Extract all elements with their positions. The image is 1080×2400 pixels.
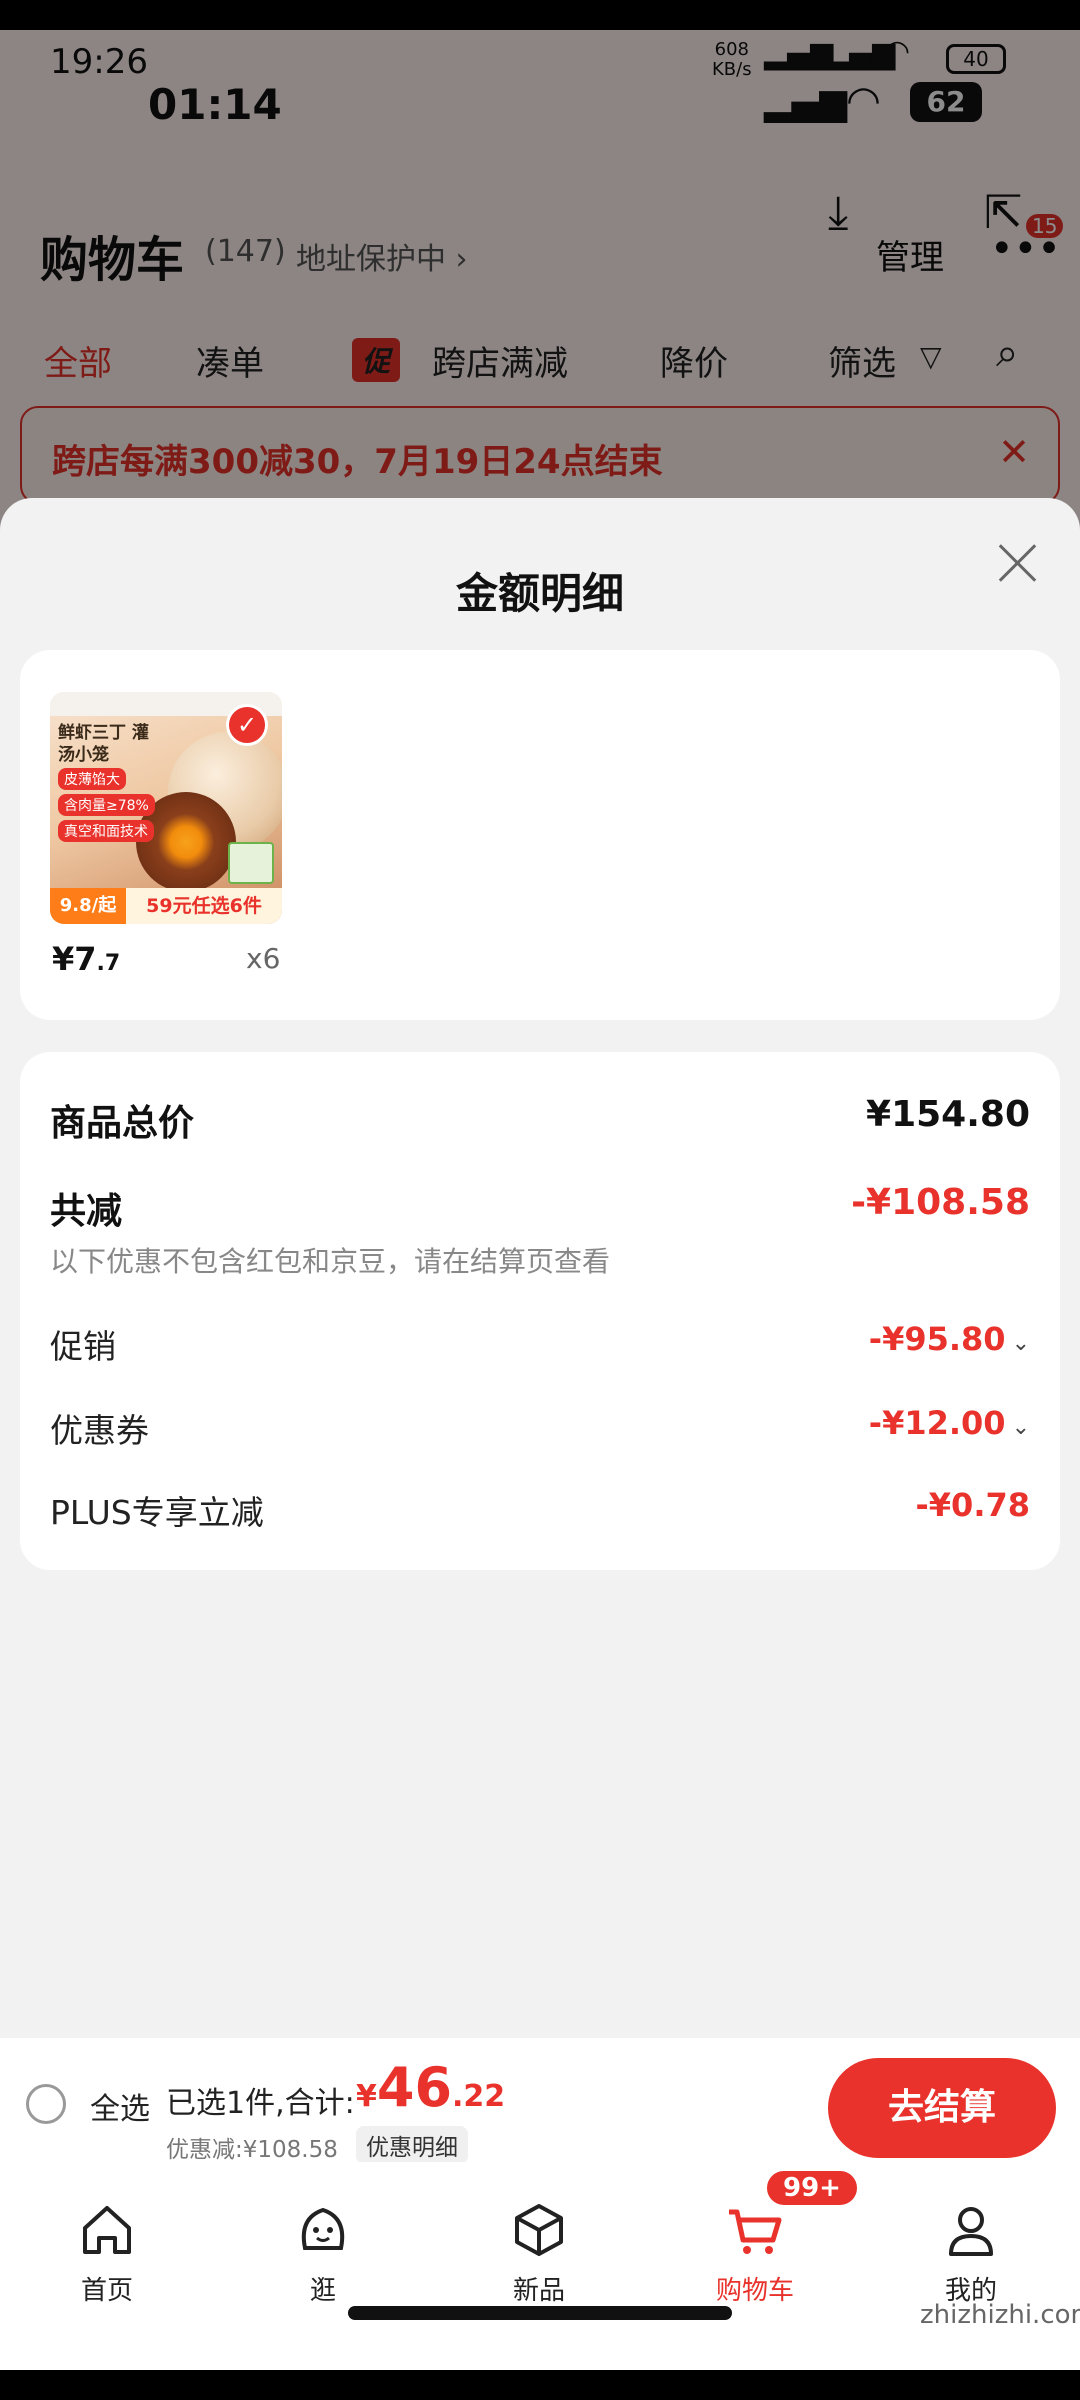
package-image	[228, 842, 274, 884]
promo-value-wrap: -¥95.80 ⌄	[869, 1320, 1030, 1358]
discount-detail-button[interactable]: 优惠明细	[356, 2126, 468, 2164]
bottom-tab-bar: 首页 逛 新品 购物车 99+ 我的	[0, 2162, 1080, 2370]
tab-label: 购物车	[715, 2276, 794, 2306]
tab-home[interactable]: 首页	[32, 2198, 182, 2307]
thumb-tag: 含肉量≥78%	[58, 794, 155, 816]
tab-new[interactable]: 新品	[464, 2198, 614, 2307]
tab-cart[interactable]: 购物车	[680, 2198, 830, 2307]
screen: 19:26 01:14 608 KB/s ▂▄▆ ▂▄▆ ◠ 40 ▂▄▆ ◠ …	[0, 30, 1080, 2370]
close-icon[interactable]	[990, 536, 1044, 590]
thumb-tag: 皮薄馅大	[58, 768, 126, 790]
checkout-button[interactable]: 去结算	[828, 2058, 1056, 2158]
promo-value: -¥95.80	[868, 1320, 1006, 1358]
reduce-value: -¥108.58	[851, 1182, 1030, 1223]
plus-label: PLUS专享立减	[50, 1493, 264, 1532]
total-label: 商品总价	[50, 1103, 195, 1144]
watermark: zhizhizhi.com	[920, 2300, 1080, 2330]
product-thumbnail[interactable]: 鲜虾三丁 灌汤小笼 皮薄馅大 含肉量≥78% 真空和面技术 ✓ 9.8/起 59…	[50, 692, 282, 924]
summary-card: 商品总价 ¥154.80 共减 -¥108.58 以下优惠不包含红包和京豆，请在…	[20, 1052, 1060, 1570]
home-indicator[interactable]	[348, 2306, 732, 2320]
thumb-deal: 59元任选6件	[126, 888, 282, 924]
plus-value: -¥0.78	[915, 1486, 1031, 1524]
sheet-title: 金额明细	[455, 569, 624, 618]
thumb-tag: 真空和面技术	[58, 820, 154, 842]
coupon-value-wrap: -¥12.00 ⌄	[869, 1404, 1030, 1442]
chevron-down-icon[interactable]: ⌄	[1012, 1331, 1030, 1356]
tab-label: 逛	[309, 2276, 336, 2306]
item-price: ¥7.7	[52, 940, 121, 978]
total-value: ¥154.80	[866, 1094, 1030, 1135]
checkout-bar: 全选 已选1件,合计: ¥46.22 优惠减:¥108.58 优惠明细 去结算	[0, 2038, 1080, 2164]
check-icon: ✓	[226, 704, 268, 746]
select-all-label[interactable]: 全选	[90, 2084, 150, 2128]
person-icon	[949, 2207, 993, 2256]
chevron-down-icon[interactable]: ⌄	[1012, 1415, 1030, 1440]
select-all-radio[interactable]	[26, 2084, 66, 2124]
face-icon	[301, 2207, 345, 2250]
coupon-value: -¥12.00	[868, 1404, 1006, 1442]
thumb-title: 鲜虾三丁 灌汤小笼	[58, 723, 149, 765]
tab-browse[interactable]: 逛	[248, 2198, 398, 2307]
box-icon	[515, 2204, 563, 2256]
promo-label: 促销	[50, 1327, 116, 1366]
tab-label: 首页	[80, 2276, 133, 2306]
coupon-label: 优惠券	[50, 1411, 149, 1450]
cart-badge: 99+	[764, 2168, 860, 2208]
item-quantity: x6	[246, 942, 281, 975]
reduce-note: 以下优惠不包含红包和京豆，请在结算页查看	[50, 1245, 611, 1278]
discount-text: 优惠减:¥108.58	[166, 2137, 338, 2163]
reduce-label: 共减	[50, 1191, 123, 1232]
total-amount: ¥46.22	[356, 2056, 506, 2119]
item-card: 鲜虾三丁 灌汤小笼 皮薄馅大 含肉量≥78% 真空和面技术 ✓ 9.8/起 59…	[20, 650, 1060, 1020]
cart-icon	[729, 2209, 782, 2254]
home-icon	[83, 2206, 131, 2254]
thumb-price: 9.8/起	[50, 888, 126, 924]
tab-label: 新品	[512, 2276, 565, 2306]
tab-me[interactable]: 我的	[896, 2198, 1046, 2307]
selected-info: 已选1件,合计:	[166, 2086, 355, 2121]
